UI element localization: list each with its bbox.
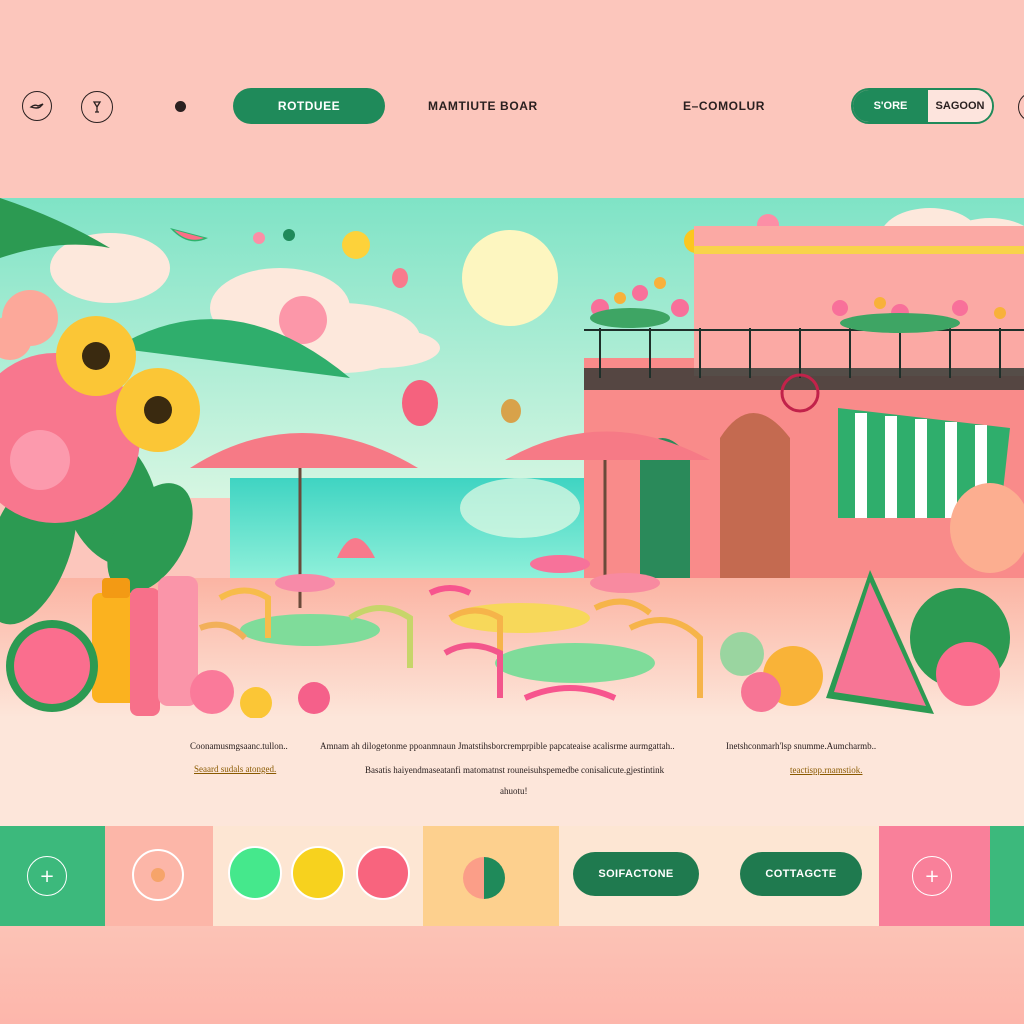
cocktail-icon[interactable] (81, 91, 113, 123)
block-green: + (0, 826, 105, 926)
column-1-link[interactable]: Seaard sudals atonged. (194, 764, 276, 774)
block-green-edge (990, 826, 1024, 926)
nav-link-right[interactable]: E–COMOLUR (683, 99, 765, 113)
split-toggle[interactable]: S'ORE SAGOON (851, 88, 994, 124)
block-cream-2: SOIFACTONE COTTAGCTE (559, 826, 879, 926)
column-2-text: Amnam ah dilogetonme ppoanmnaun Jmatstih… (320, 741, 675, 751)
add-icon[interactable]: + (912, 856, 952, 896)
column-1-text: Coonamusmgsaanc.tullon.. (190, 741, 288, 751)
menu-edge-button[interactable] (1018, 92, 1024, 122)
column-3-link[interactable]: teactispp.rnamstiok. (790, 765, 862, 775)
nav-link-center[interactable]: MAMTIUTE BOAR (428, 99, 538, 113)
primary-button[interactable]: ROTDUEE (233, 88, 385, 124)
cottagcte-button[interactable]: COTTAGCTE (740, 852, 862, 896)
column-2-text-secondary: Basatis haiyendmaseatanfi matomatnst rou… (365, 765, 665, 775)
half-circle-icon[interactable] (463, 857, 505, 899)
hero-illustration (0, 198, 1024, 718)
soifactone-button[interactable]: SOIFACTONE (573, 852, 699, 896)
column-3-text: Inetshconmarh'lsp snumme.Aumcharmb.. (726, 741, 877, 751)
cafe-scene-illustration (0, 198, 1024, 718)
swatch-pink[interactable] (356, 846, 410, 900)
bird-icon[interactable] (22, 91, 52, 121)
swatch-yellow[interactable] (291, 846, 345, 900)
split-toggle-right[interactable]: SAGOON (928, 90, 992, 122)
block-peach (423, 826, 559, 926)
block-hotpink: + (879, 826, 990, 926)
target-center (151, 868, 165, 882)
plus-icon[interactable]: + (27, 856, 67, 896)
split-toggle-left[interactable]: S'ORE (853, 90, 928, 122)
color-swatch-bar: + SOIFACTONE COTTAGCTE + (0, 826, 1024, 926)
swatch-mint[interactable] (228, 846, 282, 900)
dot-icon[interactable] (175, 101, 186, 112)
footer-band (0, 926, 1024, 1024)
column-2-text-tertiary: ahuotu! (500, 786, 528, 796)
top-navigation-bar: ROTDUEE MAMTIUTE BOAR E–COMOLUR S'ORE SA… (0, 0, 1024, 198)
block-cream (213, 826, 423, 926)
block-pink (105, 826, 213, 926)
description-section: Coonamusmgsaanc.tullon.. Seaard sudals a… (0, 718, 1024, 826)
